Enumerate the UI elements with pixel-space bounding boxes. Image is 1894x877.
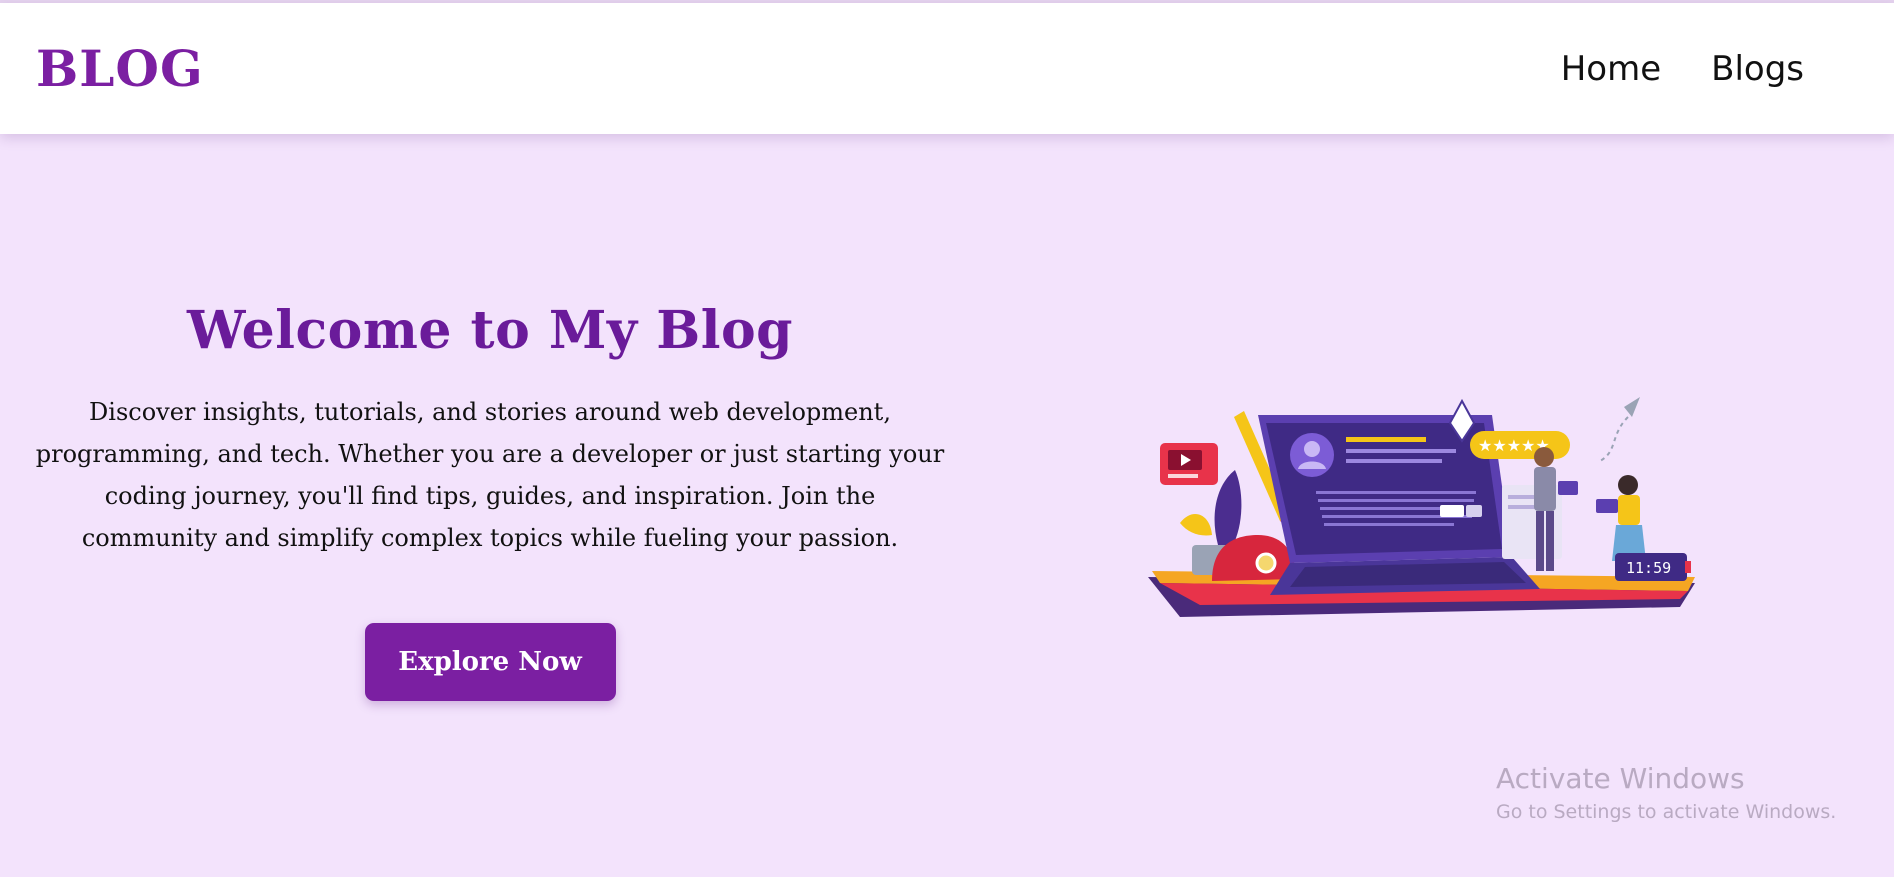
plant-icon <box>1214 470 1242 547</box>
close-icon <box>1466 505 1482 517</box>
paper-plane-icon <box>1624 397 1640 417</box>
windows-activation-watermark: Activate Windows Go to Settings to activ… <box>1496 762 1836 823</box>
hero-section: Welcome to My Blog Discover insights, tu… <box>30 300 950 701</box>
nav-link-blogs[interactable]: Blogs <box>1711 49 1804 89</box>
brand-logo[interactable]: BLOG <box>36 39 204 98</box>
hero-description: Discover insights, tutorials, and storie… <box>35 398 945 552</box>
explore-now-button[interactable]: Explore Now <box>364 623 616 701</box>
clock-text: 11:59 <box>1626 559 1671 577</box>
small-laptop-icon <box>1596 499 1618 513</box>
hero-title: Welcome to My Blog <box>187 300 793 361</box>
woman-figure <box>1618 475 1638 495</box>
man-figure <box>1534 447 1554 467</box>
watermark-title: Activate Windows <box>1496 762 1745 795</box>
nav-link-home[interactable]: Home <box>1561 49 1661 89</box>
tablet-icon <box>1558 481 1578 495</box>
nav-links: Home Blogs <box>1561 49 1804 89</box>
hero-illustration: ★★★★★ 11:59 <box>1140 395 1710 635</box>
like-icon <box>1440 505 1464 517</box>
watermark-subtitle: Go to Settings to activate Windows. <box>1496 801 1837 823</box>
blogging-illustration: ★★★★★ 11:59 <box>1148 397 1695 617</box>
navbar: BLOG Home Blogs <box>0 3 1894 134</box>
